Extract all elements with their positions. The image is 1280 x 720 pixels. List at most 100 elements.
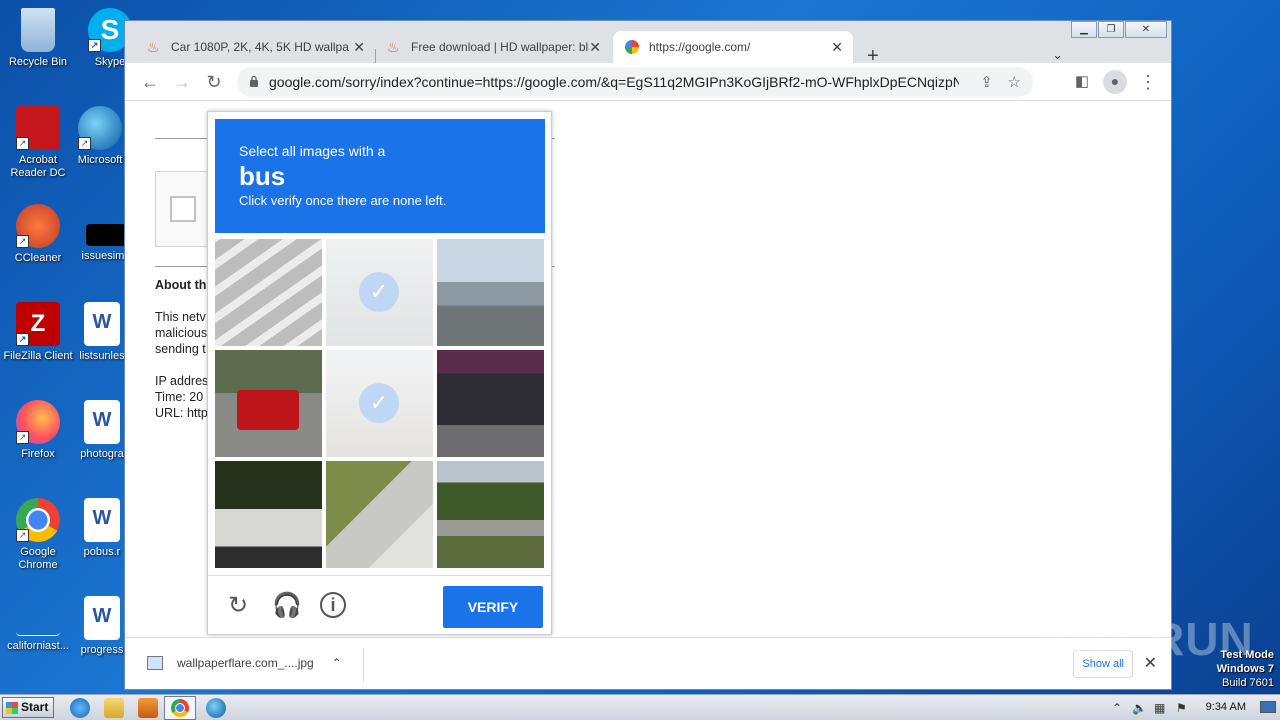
captcha-tile-intersection[interactable] <box>437 239 544 346</box>
share-icon[interactable]: ⇪ <box>980 73 993 91</box>
captcha-image-grid: ✓ ✓ <box>215 239 545 569</box>
reload-button[interactable]: ↻ <box>203 71 225 93</box>
file-explorer-icon[interactable] <box>104 698 124 718</box>
forward-button[interactable]: → <box>171 71 193 93</box>
captcha-challenge: Select all images with a bus Click verif… <box>207 111 552 635</box>
desktop-icon-label: Firefox <box>21 448 55 460</box>
recaptcha-checkbox[interactable] <box>170 196 196 222</box>
system-tray: ⌃ 🔈 ▦ ⚑ 9:34 AM <box>1102 695 1280 720</box>
tab-strip: ♨ Car 1080P, 2K, 4K, 5K HD wallpapers ✕ … <box>125 31 1171 67</box>
chrome-icon: ↗ <box>16 498 60 542</box>
internet-explorer-icon[interactable] <box>70 698 90 718</box>
edge-icon[interactable] <box>206 698 226 718</box>
captcha-tile-selected[interactable]: ✓ <box>326 239 433 346</box>
request-info: IP addres Time: 20 URL: http <box>155 373 208 421</box>
lock-icon <box>250 75 258 87</box>
info-icon[interactable]: i <box>320 592 346 618</box>
tab-title: Free download | HD wallpaper: black <box>411 40 589 54</box>
menu-kebab-icon[interactable]: ⋮ <box>1137 71 1159 93</box>
acrobat-icon: ↗ <box>16 106 60 150</box>
desktop-icon-label: pobus.r <box>83 546 121 558</box>
word-document-icon: W <box>84 498 120 542</box>
recycle-bin-icon <box>21 8 55 52</box>
volume-icon[interactable]: 🔈 <box>1132 701 1147 715</box>
verify-button[interactable]: VERIFY <box>443 586 543 628</box>
tab-title: Car 1080P, 2K, 4K, 5K HD wallpapers <box>171 40 349 54</box>
close-icon[interactable]: ✕ <box>589 39 601 56</box>
reload-challenge-icon[interactable]: ↻ <box>224 592 252 620</box>
start-button[interactable]: Start <box>2 697 54 718</box>
windows-logo-icon <box>6 702 18 714</box>
instruction-line: Select all images with a <box>239 143 386 159</box>
info-line: Time: 20 <box>155 390 204 404</box>
chevron-down-icon[interactable]: ⌄ <box>1052 47 1063 63</box>
desktop-icon-label: Recycle Bin <box>8 56 68 68</box>
desktop-icon-recycle-bin[interactable]: Recycle Bin <box>0 8 76 69</box>
explanation-paragraph: This netv malicious sending t <box>155 309 207 357</box>
captcha-tile-bus[interactable] <box>215 461 322 568</box>
url-text: google.com/sorry/index?continue=https://… <box>269 74 959 90</box>
checkmark-icon: ✓ <box>359 272 399 312</box>
image-file-icon <box>147 656 163 670</box>
document-icon <box>86 224 126 246</box>
side-panel-icon[interactable]: ◧ <box>1071 71 1093 93</box>
ccleaner-icon: ↗ <box>16 204 60 248</box>
close-icon[interactable]: ✕ <box>353 39 365 56</box>
desktop-icon-label: CCleaner <box>14 252 62 264</box>
test-mode-line: Build 7601 <box>1222 677 1274 689</box>
network-icon[interactable]: ▦ <box>1154 701 1165 715</box>
instruction-line: Click verify once there are none left. <box>239 193 447 208</box>
desktop-icon-label: Microsoft <box>77 154 123 166</box>
captcha-instructions: Select all images with a bus Click verif… <box>215 119 545 233</box>
download-item[interactable]: wallpaperflare.com_....jpg ⌃ <box>147 656 342 670</box>
star-icon[interactable]: ☆ <box>1008 73 1021 91</box>
browser-toolbar: ← → ↻ google.com/sorry/index?continue=ht… <box>125 63 1171 101</box>
taskbar: Start ⌃ 🔈 ▦ ⚑ 9:34 AM <box>0 694 1280 720</box>
chevron-up-icon[interactable]: ⌃ <box>332 656 342 670</box>
desktop-icon-label: progress <box>80 644 124 656</box>
tab-car-wallpapers[interactable]: ♨ Car 1080P, 2K, 4K, 5K HD wallpapers ✕ <box>135 31 375 63</box>
desktop-icon-label: FileZilla Client <box>3 350 73 362</box>
show-desktop-button[interactable] <box>1260 701 1276 713</box>
clock[interactable]: 9:34 AM <box>1206 701 1246 713</box>
recaptcha-anchor-box <box>155 171 215 247</box>
back-button[interactable]: ← <box>139 71 161 93</box>
tab-google[interactable]: https://google.com/ ✕ <box>613 31 853 63</box>
captcha-tile-red-jeep[interactable] <box>215 350 322 457</box>
captcha-footer: ↻ 🎧 i VERIFY <box>208 575 551 635</box>
taskbar-chrome-active[interactable] <box>164 696 196 720</box>
info-line: IP addres <box>155 374 209 388</box>
profile-icon[interactable]: ● <box>1103 70 1127 94</box>
filezilla-icon: Z ↗ <box>16 302 60 346</box>
desktop-icon-ccleaner[interactable]: ↗ CCleaner <box>0 204 76 265</box>
desktop-icon-label: Google Chrome <box>18 546 58 571</box>
download-filename: wallpaperflare.com_....jpg <box>177 656 314 670</box>
chrome-icon <box>171 699 189 717</box>
desktop-icon-label: listsunles <box>79 350 125 362</box>
audio-challenge-icon[interactable]: 🎧 <box>272 592 302 620</box>
captcha-tile-stairs[interactable] <box>326 461 433 568</box>
close-icon[interactable]: ✕ <box>831 39 843 56</box>
action-center-flag-icon[interactable]: ⚑ <box>1176 701 1187 715</box>
page-content: About th This netv malicious sending t I… <box>125 101 1171 637</box>
word-document-icon: W <box>84 400 120 444</box>
jeep-shape <box>237 390 299 430</box>
captcha-tile-underpass[interactable] <box>437 350 544 457</box>
tab-free-download[interactable]: ♨ Free download | HD wallpaper: black ✕ <box>375 31 611 63</box>
desktop-icon-label: Skype <box>94 56 126 68</box>
media-player-icon[interactable] <box>138 698 158 718</box>
address-bar[interactable]: google.com/sorry/index?continue=https://… <box>237 67 1033 97</box>
checkmark-icon: ✓ <box>359 383 399 423</box>
captcha-tile-guardrail[interactable] <box>437 461 544 568</box>
show-hidden-icons-icon[interactable]: ⌃ <box>1112 701 1122 715</box>
captcha-tile-selected[interactable]: ✓ <box>326 350 433 457</box>
test-mode-line: Windows 7 <box>1216 663 1274 675</box>
start-label: Start <box>21 700 49 714</box>
captcha-tile-road-markings[interactable] <box>215 239 322 346</box>
download-bar: wallpaperflare.com_....jpg ⌃ Show all ✕ <box>125 637 1171 689</box>
firefox-icon: ↗ <box>16 400 60 444</box>
fire-icon: ♨ <box>387 39 400 55</box>
paragraph-line: This netv <box>155 310 206 324</box>
desktop-icon-label: californiast... <box>7 640 69 652</box>
desktop-icon-label: Acrobat Reader DC <box>10 154 66 179</box>
